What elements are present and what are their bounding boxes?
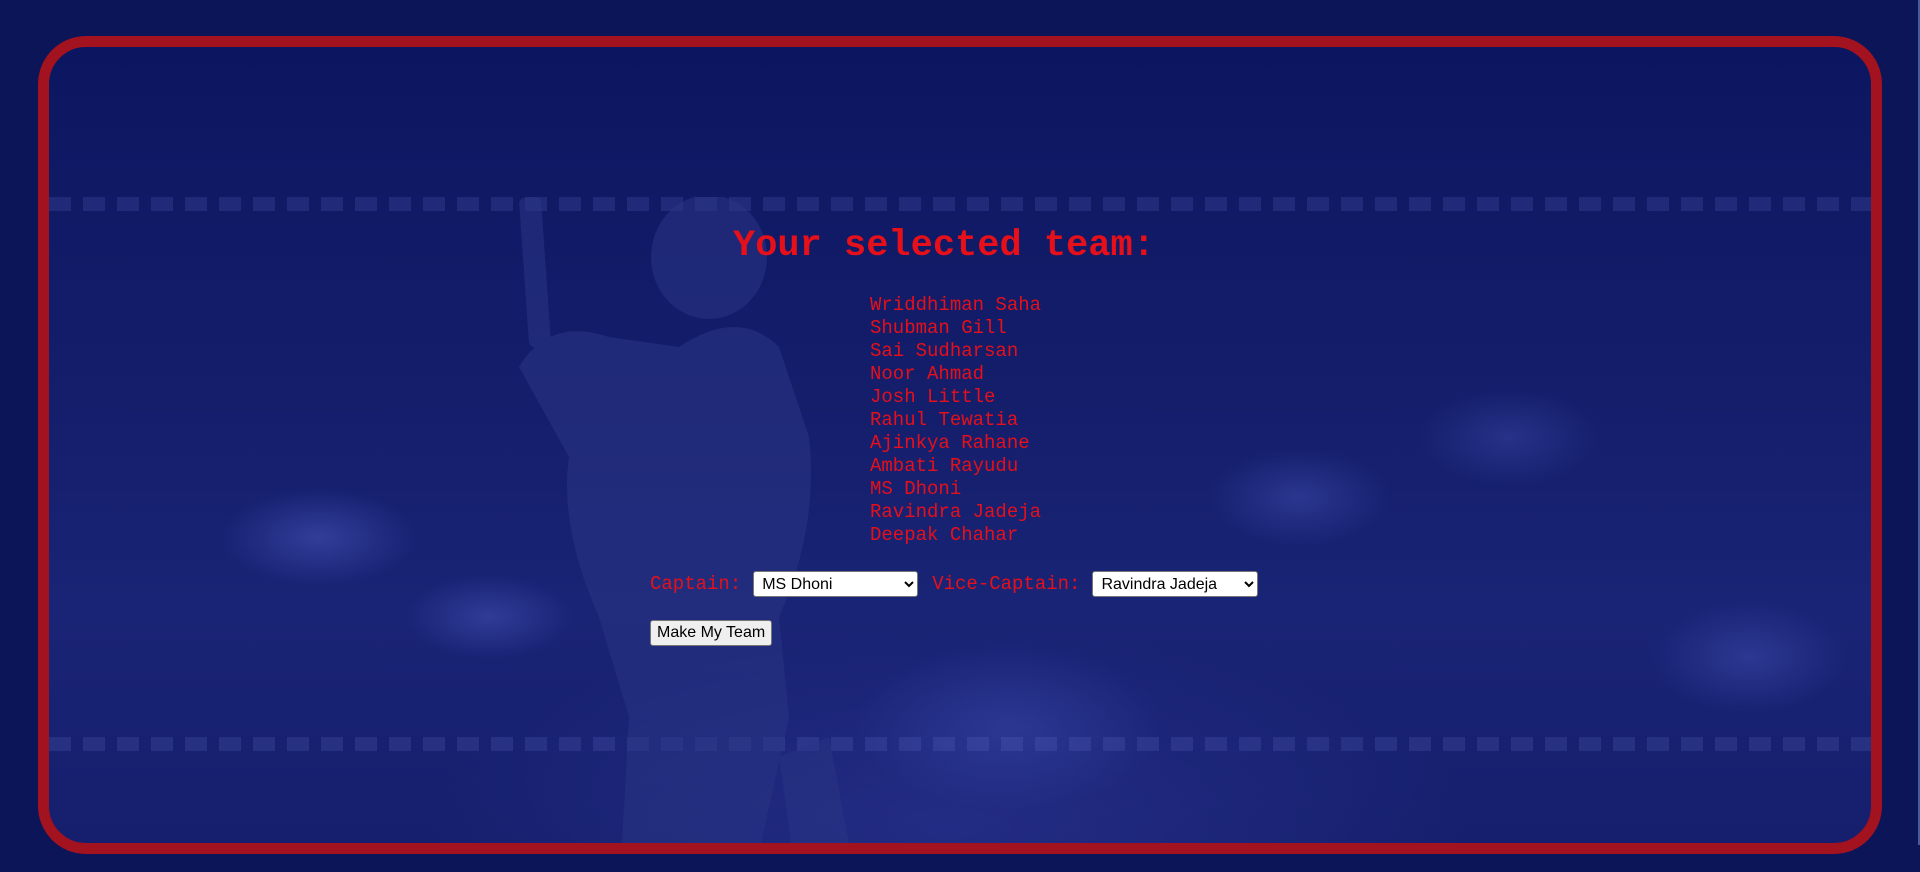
team-summary: Your selected team: Wriddhiman Saha Shub… (0, 0, 1920, 872)
list-item: Shubman Gill (870, 317, 1007, 339)
vice-captain-select[interactable]: Ravindra Jadeja (1092, 571, 1259, 597)
page-title: Your selected team: (733, 225, 1155, 267)
list-item: Deepak Chahar (870, 524, 1019, 546)
list-item: Josh Little (870, 386, 996, 408)
make-my-team-button[interactable]: Make My Team (650, 620, 773, 646)
list-item: MS Dhoni (870, 478, 962, 500)
captain-selection-row: Captain: MS Dhoni Vice-Captain: Ravindra… (650, 570, 1259, 598)
list-item: Noor Ahmad (870, 363, 985, 385)
list-item: Sai Sudharsan (870, 340, 1019, 362)
captain-select[interactable]: MS Dhoni (753, 571, 919, 597)
list-item: Ravindra Jadeja (870, 501, 1042, 523)
list-item: Ambati Rayudu (870, 455, 1019, 477)
captain-label: Captain: (650, 573, 742, 595)
vice-captain-label: Vice-Captain: (932, 573, 1081, 595)
list-item: Wriddhiman Saha (870, 294, 1042, 316)
player-list: Wriddhiman Saha Shubman Gill Sai Sudhars… (870, 294, 1041, 547)
list-item: Rahul Tewatia (870, 409, 1019, 431)
list-item: Ajinkya Rahane (870, 432, 1030, 454)
